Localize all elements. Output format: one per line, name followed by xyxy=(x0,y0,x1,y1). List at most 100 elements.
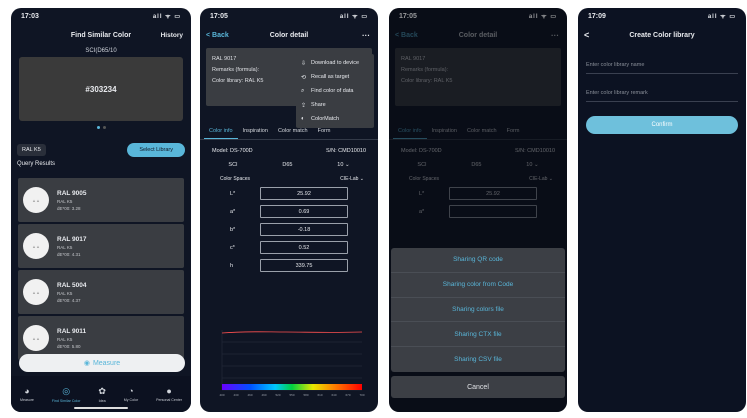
colormatch-icon: ◐ xyxy=(301,116,305,122)
color-space-select[interactable]: CIE-Lab ⌄ xyxy=(340,176,364,182)
status-time: 17:03 xyxy=(21,12,39,20)
measure-label: Measure xyxy=(92,359,121,367)
result-name: RAL 9011 xyxy=(57,327,87,335)
header: < Back Color detail ··· xyxy=(200,24,378,46)
menu-item-download[interactable]: ⇩ Download to device xyxy=(296,56,374,70)
more-icon[interactable]: ··· xyxy=(362,31,370,40)
spectrum-tick-label: 640 xyxy=(331,393,336,397)
tab-my-color[interactable]: ◔ My Color xyxy=(124,386,138,402)
menu-item-find-color[interactable]: ⌕ Find color of data xyxy=(296,84,374,98)
measure-tab-icon: ◕ xyxy=(24,386,30,396)
menu-item-recall[interactable]: ⟲ Recall as target xyxy=(296,70,374,84)
recall-icon: ⟲ xyxy=(301,74,307,81)
result-library: RAL K5 xyxy=(57,244,73,250)
status-bar: 17:03 all ᯤ ▭ xyxy=(11,8,191,24)
result-name: RAL 9017 xyxy=(57,235,87,243)
share-color-from-code-option[interactable]: Sharing color from Code xyxy=(391,273,565,298)
angle-select[interactable]: 10 ⌄ xyxy=(337,162,349,168)
share-colors-file-option[interactable]: Sharing colors file xyxy=(391,298,565,323)
menu-label: Download to device xyxy=(311,60,360,66)
serial-text: S/N: CMD10010 xyxy=(325,148,366,154)
result-library: RAL K5 xyxy=(57,198,73,204)
spectrum-tick-label: 580 xyxy=(303,393,308,397)
tab-color-info[interactable]: Color info xyxy=(204,124,238,139)
model-text: Model: DS-700D xyxy=(212,148,253,154)
color-thumb: ▲▲ xyxy=(23,233,49,259)
value-box: -0.18 xyxy=(260,223,348,236)
page-title: Color detail xyxy=(269,31,309,39)
result-name: RAL 9005 xyxy=(57,189,87,197)
history-button[interactable]: History xyxy=(161,32,183,39)
back-button[interactable]: < Back xyxy=(206,32,229,39)
spectrum-tick-label: 610 xyxy=(317,393,322,397)
swatch-hex: #303234 xyxy=(85,84,117,94)
select-library-button[interactable]: Select Library xyxy=(127,143,185,157)
result-delta-e: dE*00: 4.31 xyxy=(57,251,81,257)
result-card[interactable]: ▲▲ RAL 9017 RAL K5 dE*00: 4.31 xyxy=(18,224,184,268)
library-name-field[interactable]: Enter color library name xyxy=(586,56,738,74)
menu-item-colormatch[interactable]: ◐ ColorMatch xyxy=(296,112,374,126)
value-key: c* xyxy=(230,244,235,251)
spectrum-tick-label: 460 xyxy=(247,393,252,397)
home-indicator xyxy=(74,407,128,409)
share-csv-file-option[interactable]: Sharing CSV file xyxy=(391,347,565,372)
my-color-tab-icon: ◔ xyxy=(128,386,134,396)
share-qr-code-option[interactable]: Sharing QR code xyxy=(391,248,565,273)
search-icon: ⌕ xyxy=(301,87,305,94)
library-chip[interactable]: RAL K5 xyxy=(17,144,46,156)
spectrum-tick-label: 430 xyxy=(233,393,238,397)
illuminant-select[interactable]: D65 xyxy=(282,162,292,168)
person-tab-icon: ● xyxy=(166,386,172,396)
color-swatch: #303234 xyxy=(19,57,183,121)
cancel-button[interactable]: Cancel xyxy=(391,376,565,398)
color-thumb: ▲▲ xyxy=(23,279,49,305)
spectrum-tick-label: 400 xyxy=(219,393,224,397)
measure-button[interactable]: ◉ Measure xyxy=(19,354,185,372)
value-box: 0.52 xyxy=(260,241,348,254)
confirm-button[interactable]: Confirm xyxy=(586,116,738,134)
result-name: RAL 5004 xyxy=(57,281,87,289)
value-key: L* xyxy=(230,190,236,197)
page-indicator xyxy=(11,126,191,129)
menu-label: Share xyxy=(311,102,326,108)
tab-label: My Color xyxy=(123,398,139,402)
tab-personal-center[interactable]: ● Personal Center xyxy=(156,386,182,402)
tab-label: Find Similar Color xyxy=(51,398,81,403)
result-delta-e: dE*00: 3.28 xyxy=(57,205,81,211)
sci-select[interactable]: SCI xyxy=(228,162,237,168)
idea-tab-icon: ✿ xyxy=(98,385,106,396)
status-icons: all ᯤ ▭ xyxy=(707,14,736,20)
tab-measure[interactable]: ◕ Measure xyxy=(20,386,34,402)
find-color-tab-icon: ◎ xyxy=(62,385,71,396)
back-icon[interactable]: < xyxy=(584,30,589,40)
spectrum-tick-label: 550 xyxy=(289,393,294,397)
value-key: a* xyxy=(230,208,236,215)
library-remark-field[interactable]: Enter color library remark xyxy=(586,84,738,102)
tab-idea[interactable]: ✿ Idea xyxy=(98,386,106,403)
color-space-label: Color Spaces xyxy=(220,176,251,182)
swatch-label: SCI(D65/10 xyxy=(85,48,117,54)
result-card[interactable]: ▲▲ RAL 9005 RAL K5 dE*00: 3.28 xyxy=(18,178,184,222)
status-icons: all ᯤ ▭ xyxy=(339,14,368,20)
create-library-screen: 17:09 all ᯤ ▭ < Create Color library Ent… xyxy=(578,8,746,412)
spectrum-curve xyxy=(221,331,363,334)
tab-bar: ◕ Measure ◎ Find Similar Color ✿ Idea ◔ … xyxy=(11,376,191,412)
value-box: 0.69 xyxy=(260,205,348,218)
tab-find-similar-color[interactable]: ◎ Find Similar Color xyxy=(52,386,81,403)
menu-label: Recall as target xyxy=(311,74,350,80)
spectrum-gradient xyxy=(222,384,362,390)
tab-inspiration[interactable]: Inspiration xyxy=(238,124,273,139)
status-time: 17:09 xyxy=(588,12,606,20)
result-library: RAL K5 xyxy=(57,290,73,296)
spectrum-chart: 400 430 460 490 520 550 580 610 640 670 700 xyxy=(219,330,365,397)
tab-label: Idea xyxy=(98,398,106,403)
page-title: Create Color library xyxy=(629,31,695,39)
spectrum-tick-label: 490 xyxy=(261,393,266,397)
share-ctx-file-option[interactable]: Sharing CTX file xyxy=(391,322,565,348)
spectrum-tick-label: 700 xyxy=(359,393,364,397)
menu-item-share[interactable]: ⇪ Share xyxy=(296,98,374,112)
find-similar-color-screen: 17:03 all ᯤ ▭ Find Similar Color History… xyxy=(11,8,191,412)
result-card[interactable]: ▲▲ RAL 5004 RAL K5 dE*00: 4.37 xyxy=(18,270,184,314)
value-key: h xyxy=(230,262,234,269)
tab-label: Measure xyxy=(19,398,34,402)
